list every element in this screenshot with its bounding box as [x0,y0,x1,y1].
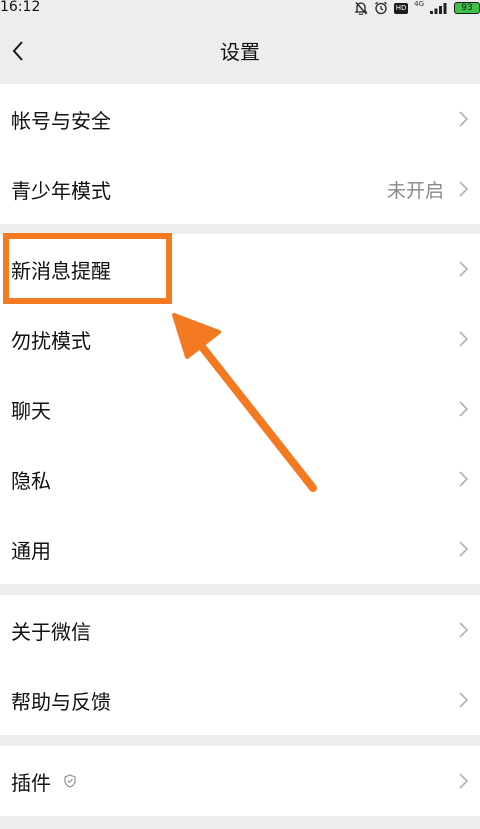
settings-group-plugins: 插件 [0,746,480,816]
settings-item-label-text: 插件 [11,770,51,795]
settings-item-teen-mode[interactable]: 青少年模式 未开启 [0,154,480,224]
shield-icon [64,774,76,788]
network-type: 4G [414,0,424,8]
chevron-right-icon [459,773,469,789]
signal-icon [430,3,447,14]
settings-group-about: 关于微信 帮助与反馈 [0,595,480,735]
chevron-right-icon [459,261,469,277]
chevron-right-icon [459,111,469,127]
chevron-right-icon [459,622,469,638]
bell-off-icon [354,2,368,15]
status-time: 16:12 [0,0,41,15]
chevron-right-icon [459,331,469,347]
nav-bar: 设置 [0,16,480,84]
settings-item-account-security[interactable]: 帐号与安全 [0,84,480,154]
alarm-clock-icon [375,1,388,15]
settings-item-chat[interactable]: 聊天 [0,374,480,444]
status-bar: 16:12 HD 4G 93 [0,0,480,16]
page-title: 设置 [220,40,260,64]
chevron-right-icon [459,541,469,557]
settings-item-label: 聊天 [11,398,51,423]
settings-item-label: 关于微信 [11,619,91,644]
chevron-right-icon [459,401,469,417]
settings-item-label: 新消息提醒 [11,258,111,283]
settings-item-label: 勿扰模式 [11,328,91,353]
settings-item-label: 帐号与安全 [11,108,111,133]
settings-item-help-feedback[interactable]: 帮助与反馈 [0,665,480,735]
settings-group-main: 新消息提醒 勿扰模式 聊天 隐私 通用 [0,234,480,584]
chevron-right-icon [459,471,469,487]
settings-item-plugins[interactable]: 插件 [0,746,480,816]
battery-icon: 93 [454,2,480,14]
settings-item-privacy[interactable]: 隐私 [0,444,480,514]
settings-item-label: 插件 [11,746,77,816]
settings-item-label: 青少年模式 [11,178,111,203]
settings-group-account: 帐号与安全 青少年模式 未开启 [0,84,480,224]
status-icons: HD 4G 93 [354,0,480,16]
settings-item-value: 未开启 [386,179,444,202]
settings-item-do-not-disturb[interactable]: 勿扰模式 [0,304,480,374]
settings-item-general[interactable]: 通用 [0,514,480,584]
settings-item-label: 帮助与反馈 [11,689,111,714]
settings-item-about-wechat[interactable]: 关于微信 [0,595,480,665]
settings-item-label: 隐私 [11,468,51,493]
chevron-right-icon [459,692,469,708]
settings-item-label: 通用 [11,538,51,563]
chevron-right-icon [459,181,469,197]
hd-icon: HD [394,2,409,14]
settings-item-new-message-notification[interactable]: 新消息提醒 [0,234,480,304]
